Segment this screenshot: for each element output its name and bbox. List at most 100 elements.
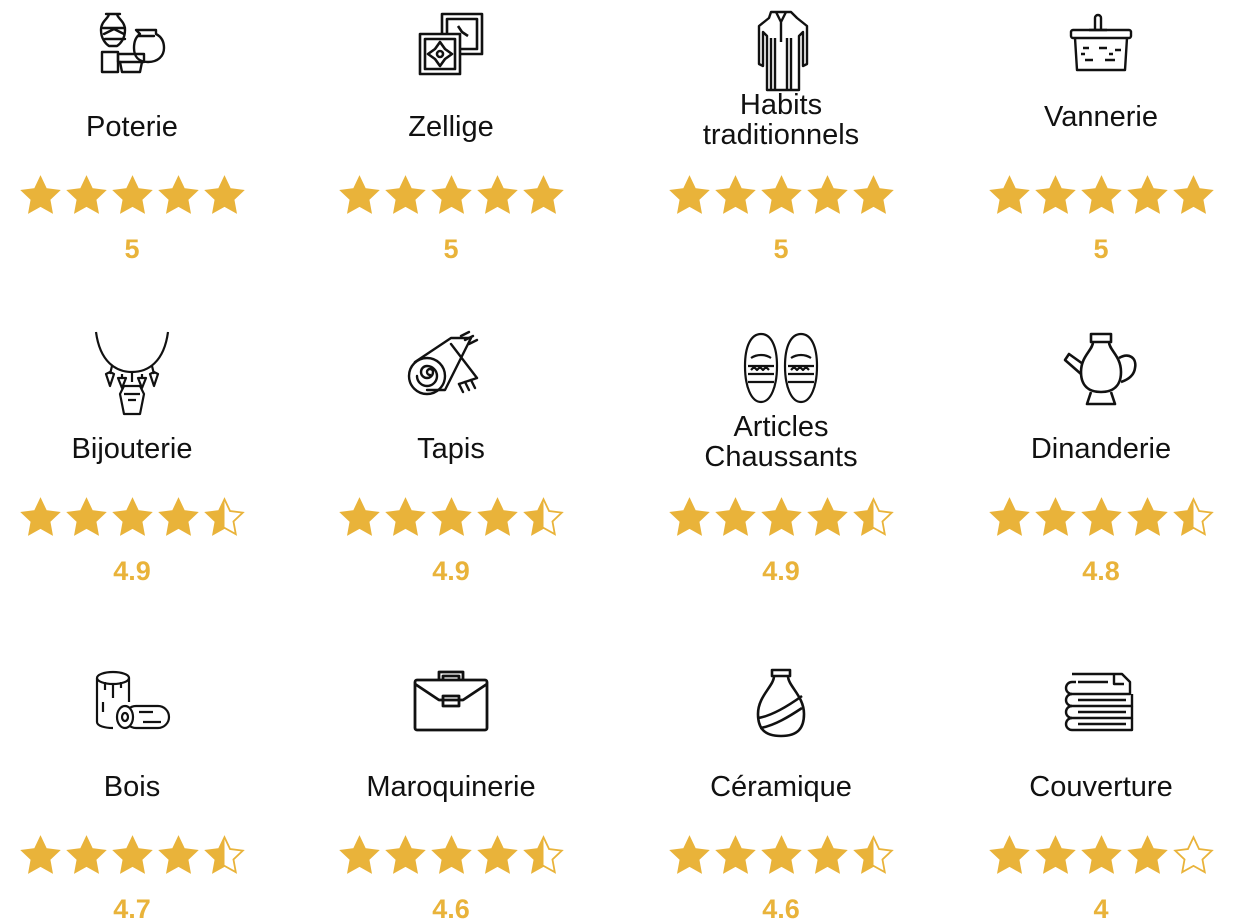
babouche-slippers-icon [651, 330, 911, 406]
star-icon [476, 174, 519, 217]
star-icon [1034, 496, 1077, 539]
wood-logs-icon [2, 668, 262, 742]
craft-label: Céramique [710, 771, 852, 803]
star-icon [430, 174, 473, 217]
craft-label: Maroquinerie [366, 771, 536, 803]
pottery-icon [2, 8, 262, 76]
star-icon [668, 834, 711, 877]
craft-card: Bijouterie 4.9 [2, 322, 262, 586]
basket-icon [971, 8, 1231, 80]
star-icon [203, 496, 246, 539]
rating-score: 4.7 [113, 894, 151, 924]
craft-card: Vannerie 5 [971, 0, 1231, 264]
star-icon [384, 174, 427, 217]
rating-score: 4.8 [1082, 556, 1120, 586]
rating-score: 4.9 [762, 556, 800, 586]
star-icon [852, 174, 895, 217]
craft-label: Articles Chaussants [704, 411, 858, 473]
rolled-carpet-icon [321, 330, 581, 400]
craft-card: Céramique 4.6 [651, 660, 911, 924]
craft-label: Bijouterie [71, 433, 193, 465]
star-icon [203, 174, 246, 217]
rating-stars [971, 174, 1231, 217]
star-icon [988, 174, 1031, 217]
craft-card: Tapis 4.9 [321, 322, 581, 586]
star-icon [714, 834, 757, 877]
star-icon [338, 496, 381, 539]
star-icon [806, 174, 849, 217]
star-icon [714, 496, 757, 539]
star-icon [1172, 174, 1215, 217]
teapot-ewer-icon [971, 330, 1231, 406]
star-icon [157, 174, 200, 217]
star-icon [852, 834, 895, 877]
star-icon [1172, 496, 1215, 539]
star-icon [806, 496, 849, 539]
star-icon [157, 834, 200, 877]
star-icon [65, 834, 108, 877]
star-icon [1080, 834, 1123, 877]
rating-score: 5 [1093, 234, 1109, 264]
rating-stars [321, 834, 581, 877]
craft-card: Maroquinerie 4.6 [321, 660, 581, 924]
zellige-tile-icon [321, 8, 581, 82]
rating-stars [321, 496, 581, 539]
star-icon [1172, 834, 1215, 877]
rating-score: 5 [773, 234, 789, 264]
star-icon [760, 174, 803, 217]
craft-label: Bois [103, 771, 161, 803]
star-icon [1126, 496, 1169, 539]
star-icon [111, 174, 154, 217]
craft-label: Poterie [86, 111, 178, 143]
star-icon [988, 496, 1031, 539]
craft-label: Tapis [417, 433, 485, 465]
craft-label: Dinanderie [1030, 433, 1172, 465]
star-icon [522, 834, 565, 877]
rating-score: 4.6 [762, 894, 800, 924]
rating-stars [651, 834, 911, 877]
rating-score: 4.6 [432, 894, 470, 924]
rating-stars [971, 834, 1231, 877]
craft-label: Zellige [408, 111, 494, 143]
rating-score: 5 [124, 234, 140, 264]
star-icon [203, 834, 246, 877]
star-icon [19, 496, 62, 539]
craft-label: Couverture [1029, 771, 1173, 803]
star-icon [1080, 496, 1123, 539]
star-icon [1126, 174, 1169, 217]
star-icon [384, 496, 427, 539]
star-icon [338, 174, 381, 217]
star-icon [522, 174, 565, 217]
star-icon [1034, 174, 1077, 217]
traditional-robe-icon [651, 8, 911, 94]
craft-card: Bois 4.7 [2, 660, 262, 924]
star-icon [65, 174, 108, 217]
star-icon [714, 174, 757, 217]
star-icon [1034, 834, 1077, 877]
star-icon [1126, 834, 1169, 877]
star-icon [111, 834, 154, 877]
rating-stars [2, 174, 262, 217]
craft-card: Couverture 4 [971, 660, 1231, 924]
craft-card: Habits traditionnels 5 [651, 0, 911, 264]
star-icon [157, 496, 200, 539]
star-icon [430, 496, 473, 539]
necklace-icon [2, 330, 262, 422]
rating-stars [2, 496, 262, 539]
star-icon [852, 496, 895, 539]
star-icon [806, 834, 849, 877]
rating-score: 5 [443, 234, 459, 264]
star-icon [65, 496, 108, 539]
craft-card: Dinanderie 4.8 [971, 322, 1231, 586]
rating-stars [651, 174, 911, 217]
star-icon [338, 834, 381, 877]
star-icon [111, 496, 154, 539]
briefcase-icon [321, 668, 581, 734]
rating-stars [2, 834, 262, 877]
star-icon [476, 496, 519, 539]
star-icon [760, 834, 803, 877]
star-icon [760, 496, 803, 539]
vase-icon [651, 668, 911, 740]
star-icon [19, 174, 62, 217]
rating-stars [651, 496, 911, 539]
